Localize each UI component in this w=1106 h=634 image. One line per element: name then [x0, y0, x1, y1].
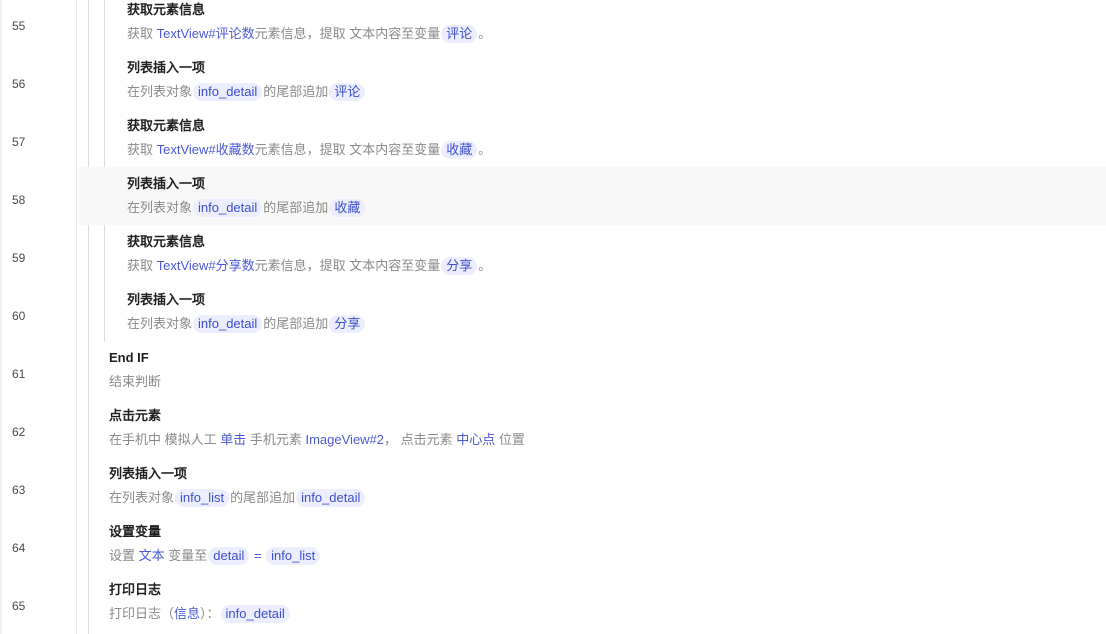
variable-type-link[interactable]: 文本	[139, 548, 165, 563]
variable-pill[interactable]: 分享	[441, 257, 478, 275]
step-description: 打印日志（信息）： info_detail	[109, 605, 291, 623]
desc-text: 在列表对象	[109, 490, 175, 505]
line-number: 61	[12, 367, 26, 381]
line-number: 55	[12, 19, 26, 33]
desc-text: 获取	[127, 258, 157, 273]
line-number: 60	[12, 309, 26, 323]
desc-text: 获取	[127, 142, 157, 157]
log-level-link[interactable]: 信息	[174, 606, 200, 621]
step-description: 在列表对象 info_detail 的尾部追加 分享	[127, 315, 366, 333]
variable-pill[interactable]: info_detail	[193, 315, 263, 333]
variable-pill[interactable]: detail	[208, 547, 250, 565]
step-title: 列表插入一项	[127, 292, 206, 307]
variable-pill[interactable]: 分享	[329, 315, 366, 333]
desc-text: 元素信息，提取 文本内容至变量	[254, 142, 441, 157]
desc-text: 元素信息，提取 文本内容至变量	[254, 26, 441, 41]
step-title: 列表插入一项	[127, 176, 206, 191]
step-title: 获取元素信息	[127, 2, 206, 17]
desc-text: 位置	[495, 432, 525, 447]
step-title: 打印日志	[109, 582, 162, 597]
desc-text: 在列表对象	[127, 200, 193, 215]
step-get-element-info[interactable]: 获取元素信息 获取 TextView#分享数元素信息，提取 文本内容至变量 分享。	[127, 234, 491, 275]
step-end-if[interactable]: End IF 结束判断	[109, 350, 161, 391]
desc-text: 在列表对象	[127, 84, 193, 99]
desc-text: 在手机中 模拟人工	[109, 432, 221, 447]
gutter-edge	[0, 0, 2, 634]
step-list-insert[interactable]: 列表插入一项 在列表对象 info_detail 的尾部追加 收藏	[127, 176, 366, 217]
step-get-element-info[interactable]: 获取元素信息 获取 TextView#评论数元素信息，提取 文本内容至变量 评论。	[127, 2, 491, 43]
desc-text: 的尾部追加	[230, 490, 296, 505]
desc-text: 获取	[127, 26, 157, 41]
variable-pill[interactable]: 评论	[441, 25, 478, 43]
line-number: 57	[12, 135, 26, 149]
step-print-log[interactable]: 打印日志 打印日志（信息）： info_detail	[109, 582, 291, 623]
step-description: 在列表对象 info_detail 的尾部追加 收藏	[127, 199, 366, 217]
step-title: 点击元素	[109, 408, 162, 423]
variable-pill[interactable]: info_detail	[296, 489, 366, 507]
step-click-element[interactable]: 点击元素 在手机中 模拟人工 单击 手机元素 ImageView#2， 点击元素…	[109, 408, 525, 449]
step-title: 获取元素信息	[127, 118, 206, 133]
element-link[interactable]: TextView#评论数	[157, 26, 255, 41]
step-title: 设置变量	[109, 524, 162, 539]
step-description: 设置 文本 变量至 detail = info_list	[109, 547, 321, 565]
step-description: 结束判断	[109, 374, 162, 389]
desc-text: 。	[478, 142, 492, 157]
line-number: 56	[12, 77, 26, 91]
variable-pill[interactable]: 评论	[329, 83, 366, 101]
variable-pill[interactable]: 收藏	[329, 199, 366, 217]
step-description: 获取 TextView#分享数元素信息，提取 文本内容至变量 分享。	[127, 257, 491, 275]
step-description: 获取 TextView#收藏数元素信息，提取 文本内容至变量 收藏。	[127, 141, 491, 159]
step-list-insert[interactable]: 列表插入一项 在列表对象 info_detail 的尾部追加 评论	[127, 60, 366, 101]
desc-text: 在列表对象	[127, 316, 193, 331]
desc-text: 的尾部追加	[263, 316, 329, 331]
step-set-variable[interactable]: 设置变量 设置 文本 变量至 detail = info_list	[109, 524, 321, 565]
step-title: 列表插入一项	[127, 60, 206, 75]
step-description: 获取 TextView#评论数元素信息，提取 文本内容至变量 评论。	[127, 25, 491, 43]
variable-pill[interactable]: info_detail	[193, 83, 263, 101]
variable-pill[interactable]: info_detail	[220, 605, 290, 623]
click-position-link[interactable]: 中心点	[456, 432, 495, 447]
variable-pill[interactable]: info_detail	[193, 199, 263, 217]
step-description: 在列表对象 info_detail 的尾部追加 评论	[127, 83, 366, 101]
variable-pill[interactable]: 收藏	[441, 141, 478, 159]
element-link[interactable]: ImageView#2	[305, 432, 384, 447]
desc-text: 的尾部追加	[263, 84, 329, 99]
step-description: 在手机中 模拟人工 单击 手机元素 ImageView#2， 点击元素 中心点 …	[109, 431, 525, 449]
desc-text: 的尾部追加	[263, 200, 329, 215]
desc-text: 元素信息，提取 文本内容至变量	[254, 258, 441, 273]
desc-text: ）：	[200, 606, 220, 621]
desc-text: 手机元素	[246, 432, 306, 447]
step-list-insert[interactable]: 列表插入一项 在列表对象 info_detail 的尾部追加 分享	[127, 292, 366, 333]
desc-text: 打印日志（	[109, 606, 175, 621]
desc-text: 设置	[109, 548, 139, 563]
desc-text: 。	[478, 258, 492, 273]
click-action-link[interactable]: 单击	[220, 432, 246, 447]
element-link[interactable]: TextView#收藏数	[157, 142, 255, 157]
variable-pill[interactable]: info_list	[266, 547, 321, 565]
equals-sign: =	[250, 548, 266, 563]
step-title: End IF	[109, 350, 149, 365]
variable-pill[interactable]: info_list	[175, 489, 230, 507]
element-link[interactable]: TextView#分享数	[157, 258, 255, 273]
desc-text: ， 点击元素	[384, 432, 457, 447]
line-number: 65	[12, 599, 26, 613]
line-number: 63	[12, 483, 26, 497]
desc-text: 变量至	[164, 548, 208, 563]
line-number: 58	[12, 193, 26, 207]
line-number: 64	[12, 541, 26, 555]
line-number: 62	[12, 425, 26, 439]
desc-text: 。	[478, 26, 492, 41]
step-title: 获取元素信息	[127, 234, 206, 249]
step-description: 在列表对象 info_list 的尾部追加 info_detail	[109, 489, 366, 507]
step-list-insert[interactable]: 列表插入一项 在列表对象 info_list 的尾部追加 info_detail	[109, 466, 366, 507]
step-get-element-info[interactable]: 获取元素信息 获取 TextView#收藏数元素信息，提取 文本内容至变量 收藏。	[127, 118, 491, 159]
outer-block-guide	[88, 0, 89, 634]
line-number: 59	[12, 251, 26, 265]
step-title: 列表插入一项	[109, 466, 188, 481]
